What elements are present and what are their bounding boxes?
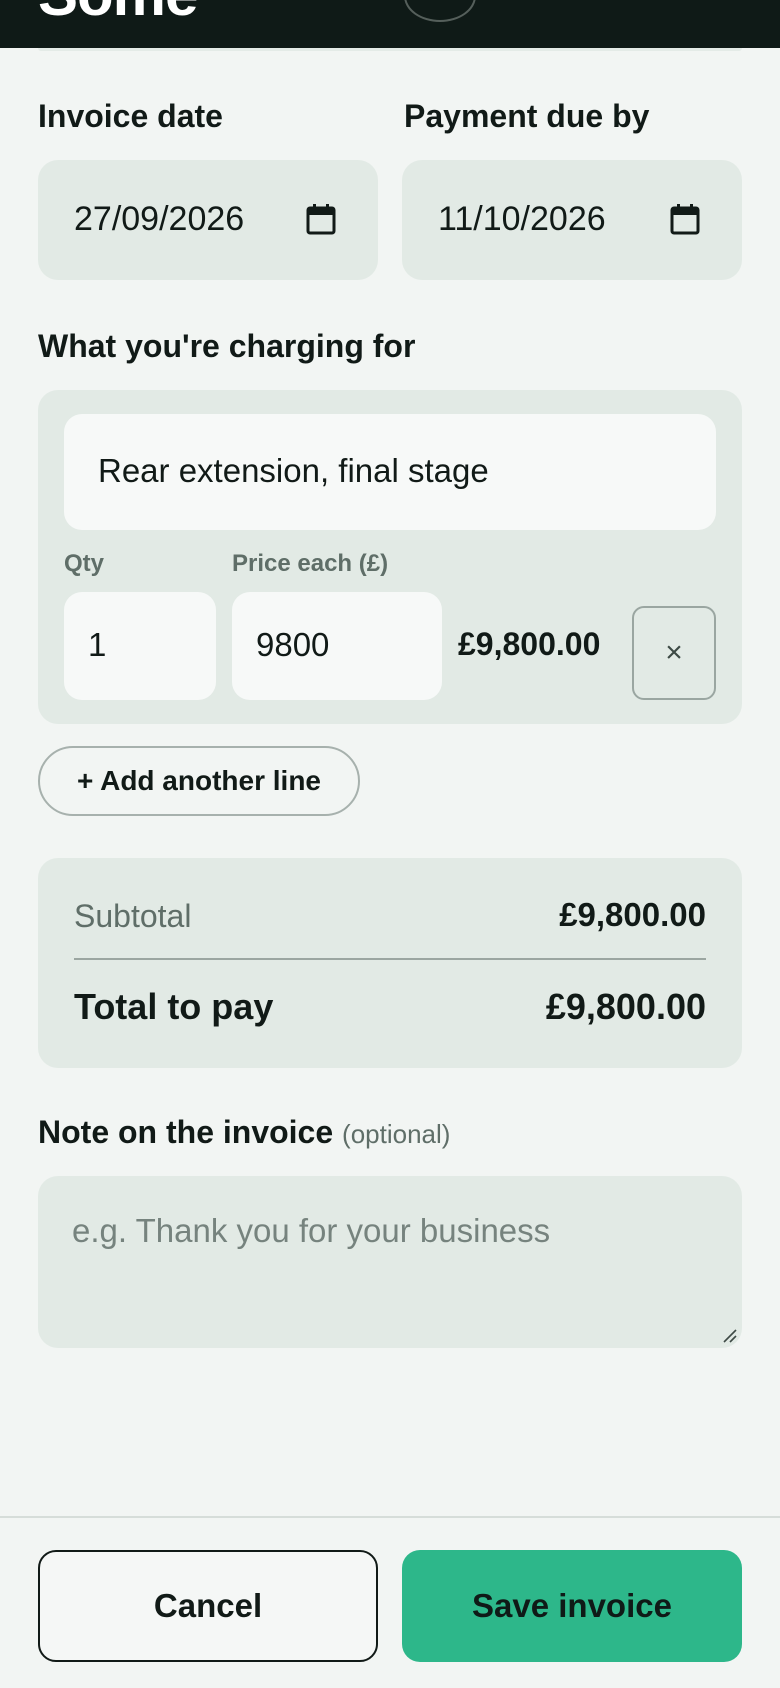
note-placeholder: e.g. Thank you for your business	[72, 1212, 551, 1249]
avatar[interactable]	[404, 0, 476, 22]
optional-hint: (optional)	[342, 1119, 451, 1149]
note-label: Note on the invoice (optional)	[38, 1114, 450, 1151]
resize-grip-icon[interactable]	[720, 1326, 738, 1344]
payment-due-input[interactable]: 11/10/2026	[402, 160, 742, 280]
line-item: Rear extension, final stage Qty Price ea…	[38, 390, 742, 724]
invoice-date-input[interactable]: 27/09/2026	[38, 160, 378, 280]
cancel-button[interactable]: Cancel	[38, 1550, 378, 1662]
subtotal-label: Subtotal	[74, 898, 192, 934]
qty-input[interactable]: 1	[64, 592, 216, 700]
payment-due-label: Payment due by	[404, 98, 650, 134]
totals-divider	[74, 958, 706, 960]
charging-for-heading: What you're charging for	[38, 328, 416, 364]
header-divider	[38, 48, 742, 51]
invoice-date-label: Invoice date	[38, 98, 223, 134]
payment-due-value: 11/10/2026	[438, 200, 606, 238]
description-value: Rear extension, final stage	[98, 452, 489, 489]
note-label-text: Note on the invoice	[38, 1114, 334, 1150]
save-invoice-button[interactable]: Save invoice	[402, 1550, 742, 1662]
qty-value: 1	[88, 626, 107, 663]
subtotal-value: £9,800.00	[559, 896, 706, 933]
calendar-icon[interactable]	[306, 203, 336, 235]
price-each-value: 9800	[256, 626, 330, 663]
description-input[interactable]: Rear extension, final stage	[64, 414, 716, 530]
add-line-button[interactable]: + Add another line	[38, 746, 360, 816]
qty-label: Qty	[64, 550, 105, 577]
calendar-icon[interactable]	[670, 203, 700, 235]
total-value: £9,800.00	[545, 986, 706, 1027]
line-total: £9,800.00	[458, 626, 601, 662]
remove-line-button[interactable]: ×	[632, 606, 716, 700]
note-textarea[interactable]: e.g. Thank you for your business	[38, 1176, 742, 1348]
invoice-date-value: 27/09/2026	[74, 200, 245, 238]
price-each-input[interactable]: 9800	[232, 592, 442, 700]
total-label: Total to pay	[74, 986, 274, 1027]
totals-summary: Subtotal £9,800.00 Total to pay £9,800.0…	[38, 858, 742, 1068]
app-header: Some	[0, 0, 780, 48]
brand-logo[interactable]: Some	[38, 0, 198, 29]
price-each-label: Price each (£)	[232, 550, 389, 577]
close-icon: ×	[665, 636, 683, 669]
action-bar: Cancel Save invoice	[0, 1516, 780, 1688]
